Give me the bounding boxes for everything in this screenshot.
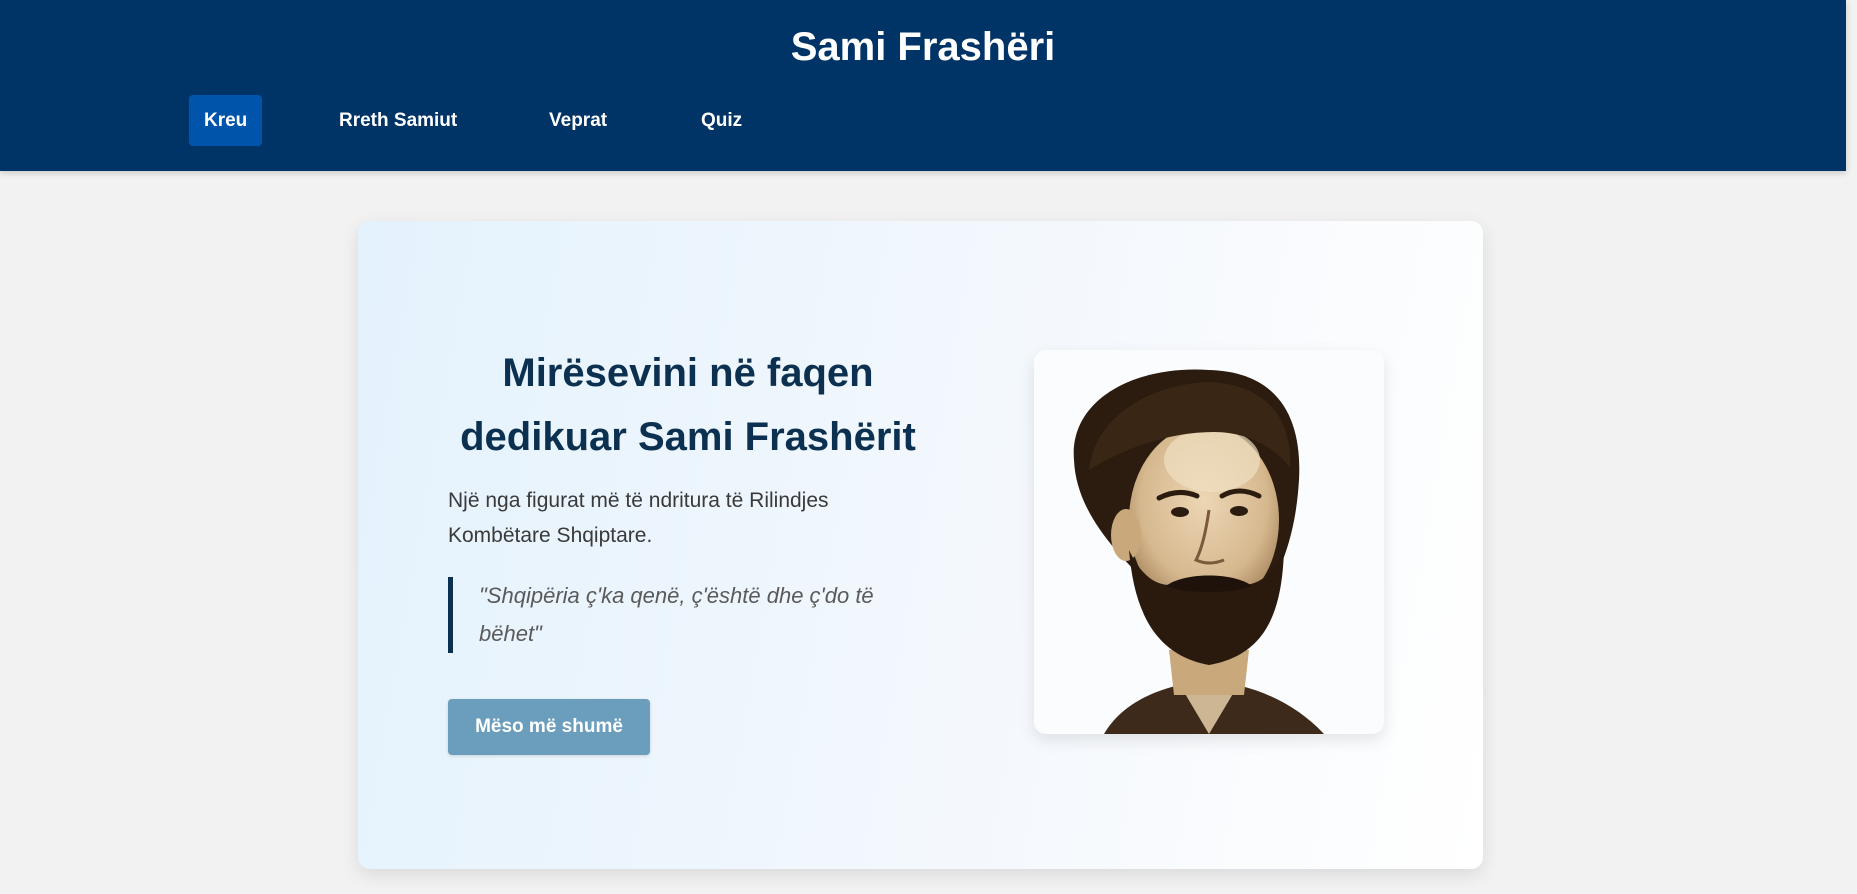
- portrait-icon: [1073, 369, 1324, 734]
- hero-quote: "Shqipëria ç'ka qenë, ç'është dhe ç'do t…: [448, 577, 888, 653]
- nav-item-veprat[interactable]: Veprat: [534, 95, 622, 146]
- nav-item-quiz[interactable]: Quiz: [686, 95, 757, 146]
- nav-item-kreu[interactable]: Kreu: [189, 95, 263, 146]
- learn-more-button[interactable]: Mëso më shumë: [448, 699, 650, 755]
- hero-card: Mirësevini në faqen dedikuar Sami Frashë…: [358, 221, 1483, 869]
- site-title: Sami Frashëri: [790, 25, 1056, 69]
- hero-title: Mirësevini në faqen dedikuar Sami Frashë…: [460, 351, 916, 459]
- site-header: Sami Frashëri Kreu Rreth Samiut Veprat Q…: [0, 0, 1846, 171]
- portrait-image: [1034, 350, 1384, 734]
- hero-subtitle: Një nga figurat më të ndritura të Rilind…: [448, 489, 829, 547]
- nav-item-rreth-samiut[interactable]: Rreth Samiut: [324, 95, 472, 146]
